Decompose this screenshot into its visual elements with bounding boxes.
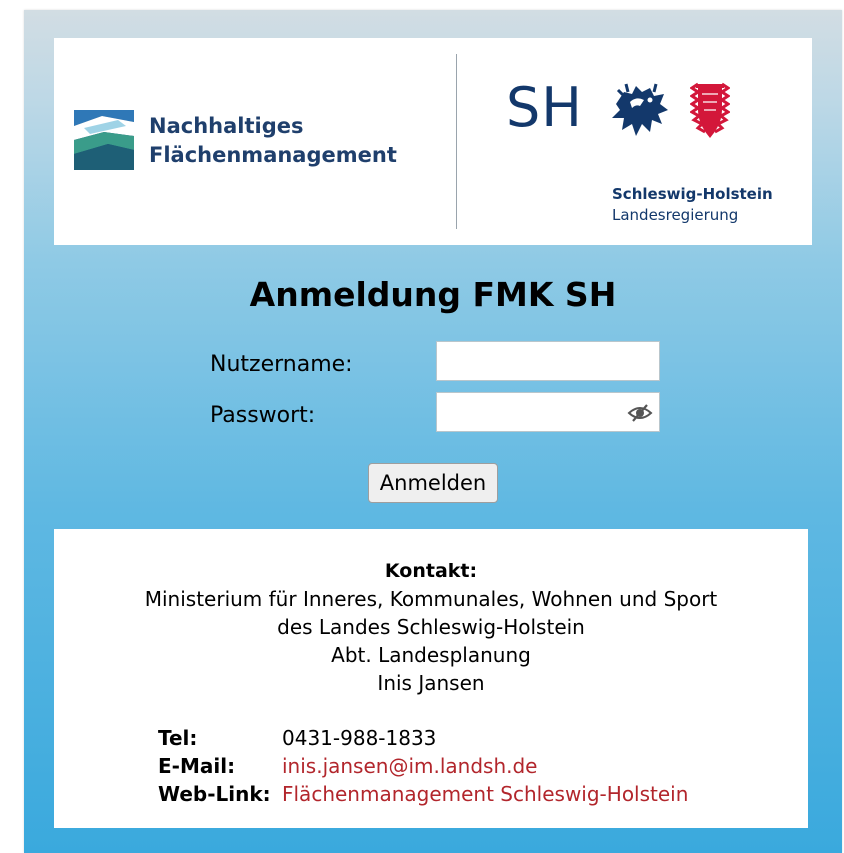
page-title: Anmeldung FMK SH xyxy=(249,275,617,314)
logo-line-2: Flächenmanagement xyxy=(149,143,397,167)
tel-value: 0431-988-1833 xyxy=(282,726,437,750)
login-panel: Nachhaltiges Flächenmanagement SH Schles… xyxy=(24,10,842,853)
eye-slash-icon[interactable] xyxy=(627,403,653,423)
logo-divider xyxy=(456,54,457,229)
web-link-label: Web-Link: xyxy=(158,782,271,806)
username-label: Nutzername: xyxy=(210,352,353,377)
username-input[interactable] xyxy=(436,341,660,381)
contact-box: Kontakt: Ministerium für Inneres, Kommun… xyxy=(54,529,808,828)
logo-line-1: Nachhaltiges xyxy=(149,114,304,138)
tel-label: Tel: xyxy=(158,726,198,750)
web-link[interactable]: Flächenmanagement Schleswig-Holstein xyxy=(282,781,688,807)
contact-ministry: Ministerium für Inneres, Kommunales, Woh… xyxy=(144,587,718,611)
login-button[interactable]: Anmelden xyxy=(368,463,498,503)
state-name: Schleswig-Holstein xyxy=(612,185,773,203)
lion-coat-of-arms-icon xyxy=(612,83,668,136)
state-government-label: Landesregierung xyxy=(612,206,739,224)
contact-state: des Landes Schleswig-Holstein xyxy=(277,615,585,639)
password-label: Passwort: xyxy=(210,403,316,428)
email-label: E-Mail: xyxy=(158,754,236,778)
email-link[interactable]: inis.jansen@im.landsh.de xyxy=(282,753,538,779)
sh-wordmark: SH xyxy=(506,76,583,139)
nachhaltiges-flaechenmanagement-logo-text: Nachhaltiges Flächenmanagement xyxy=(149,112,397,170)
nettle-leaf-coat-of-arms-icon xyxy=(690,82,730,138)
contact-person: Inis Jansen xyxy=(377,671,485,695)
contact-heading: Kontakt: xyxy=(384,560,478,582)
header-logos: Nachhaltiges Flächenmanagement SH Schles… xyxy=(54,38,812,245)
password-input[interactable] xyxy=(436,392,660,432)
nachhaltiges-flaechenmanagement-logo-icon xyxy=(74,110,134,170)
contact-department: Abt. Landesplanung xyxy=(331,643,531,667)
